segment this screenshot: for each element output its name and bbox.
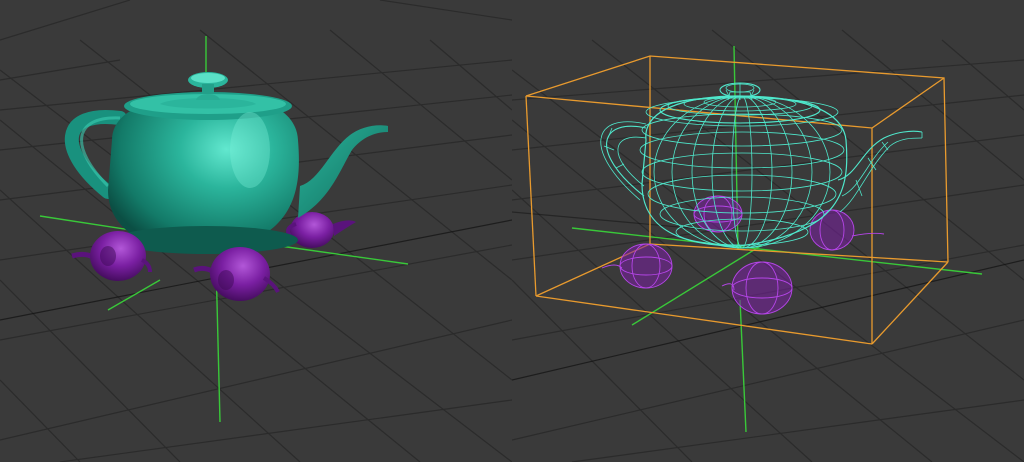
viewport-container	[0, 0, 1024, 462]
scene-left	[0, 0, 512, 462]
small-teapot-front-right[interactable]	[193, 247, 280, 301]
scene-right	[512, 29, 1024, 462]
viewport-right-wireframe[interactable]	[512, 0, 1024, 462]
viewport-left-shaded[interactable]	[0, 0, 512, 462]
